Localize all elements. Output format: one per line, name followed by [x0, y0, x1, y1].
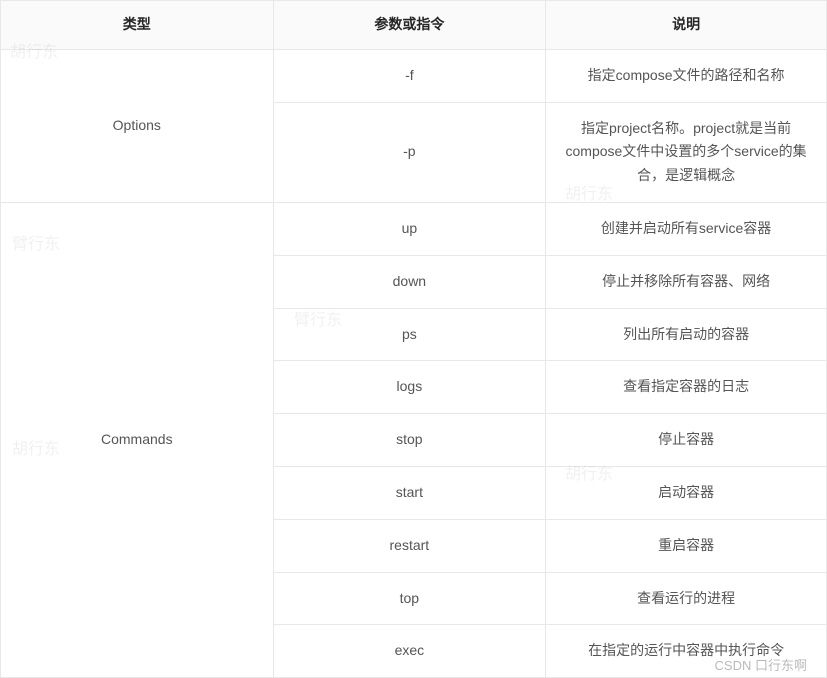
- type-cell-options: Options: [1, 49, 274, 202]
- table-row: Commands up 创建并启动所有service容器: [1, 202, 827, 255]
- reference-table: 类型 参数或指令 说明 Options -f 指定compose文件的路径和名称…: [0, 0, 827, 678]
- desc-cell: 查看指定容器的日志: [546, 361, 827, 414]
- param-cell: ps: [273, 308, 546, 361]
- desc-cell: 指定compose文件的路径和名称: [546, 49, 827, 102]
- param-cell: exec: [273, 625, 546, 678]
- table-row: Options -f 指定compose文件的路径和名称: [1, 49, 827, 102]
- desc-cell: 停止并移除所有容器、网络: [546, 255, 827, 308]
- table-header: 类型 参数或指令 说明: [1, 1, 827, 50]
- desc-cell: 停止容器: [546, 414, 827, 467]
- header-type: 类型: [1, 1, 274, 50]
- param-cell: up: [273, 202, 546, 255]
- desc-cell: 指定project名称。project就是当前compose文件中设置的多个se…: [546, 102, 827, 202]
- desc-cell: 列出所有启动的容器: [546, 308, 827, 361]
- param-cell: top: [273, 572, 546, 625]
- header-param: 参数或指令: [273, 1, 546, 50]
- desc-cell: 创建并启动所有service容器: [546, 202, 827, 255]
- table-body: Options -f 指定compose文件的路径和名称 -p 指定projec…: [1, 49, 827, 677]
- param-cell: start: [273, 466, 546, 519]
- desc-cell: 查看运行的进程: [546, 572, 827, 625]
- type-cell-commands: Commands: [1, 202, 274, 677]
- table-container: 类型 参数或指令 说明 Options -f 指定compose文件的路径和名称…: [0, 0, 827, 678]
- param-cell: logs: [273, 361, 546, 414]
- param-cell: -p: [273, 102, 546, 202]
- desc-cell: 重启容器: [546, 519, 827, 572]
- desc-cell: 在指定的运行中容器中执行命令: [546, 625, 827, 678]
- header-row: 类型 参数或指令 说明: [1, 1, 827, 50]
- param-cell: down: [273, 255, 546, 308]
- desc-cell: 启动容器: [546, 466, 827, 519]
- param-cell: restart: [273, 519, 546, 572]
- param-cell: -f: [273, 49, 546, 102]
- header-desc: 说明: [546, 1, 827, 50]
- param-cell: stop: [273, 414, 546, 467]
